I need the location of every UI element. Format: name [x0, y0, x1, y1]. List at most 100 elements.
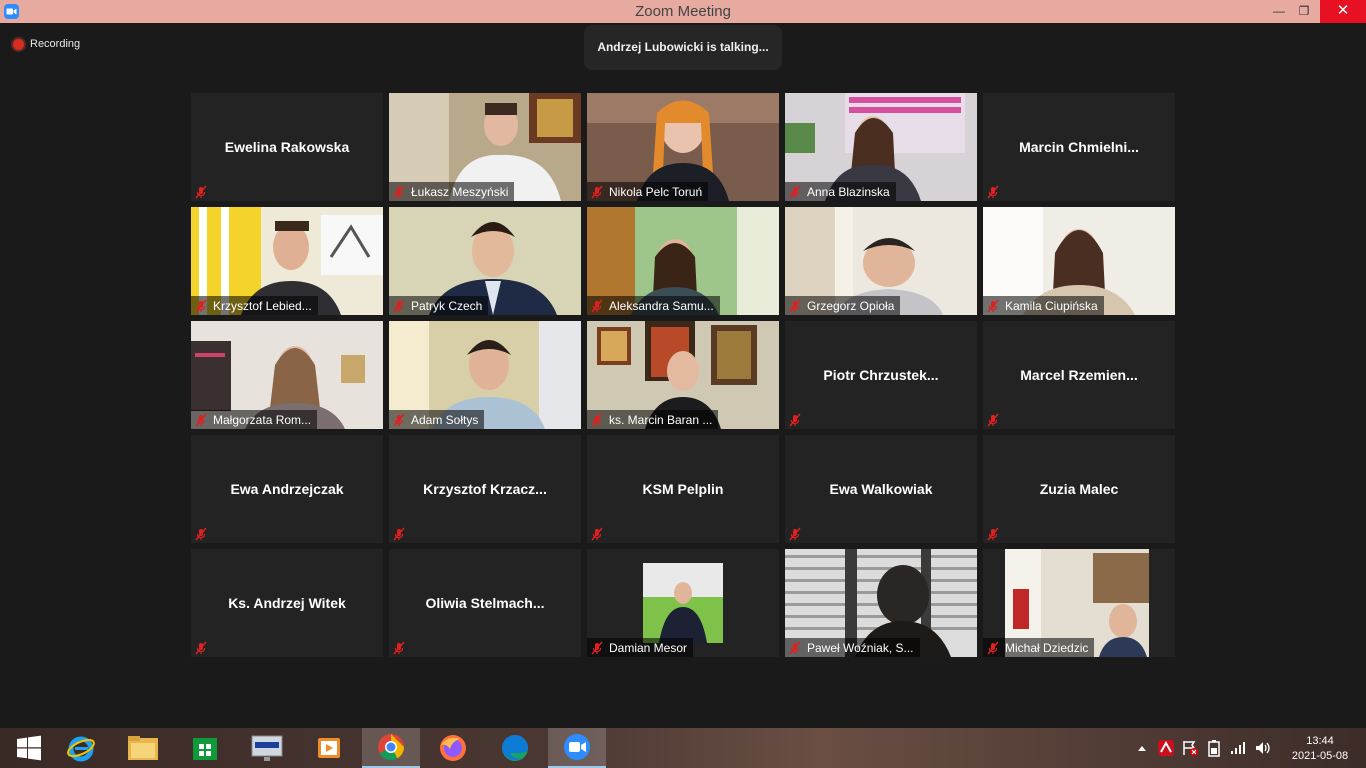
chrome-icon: [378, 734, 405, 761]
participant-name-label: Nikola Pelc Toruń: [587, 182, 709, 201]
muted-mic-icon: [590, 641, 604, 655]
muted-mic-icon: [590, 527, 604, 541]
muted-mic-icon: [986, 641, 1000, 655]
taskbar-file-explorer[interactable]: [114, 728, 172, 768]
participant-tile[interactable]: Ewelina Rakowska: [191, 93, 383, 201]
taskbar-firefox[interactable]: [424, 728, 482, 768]
tray-volume[interactable]: [1252, 728, 1274, 768]
participant-tile[interactable]: Piotr Chrzustek...: [785, 321, 977, 429]
muted-mic-icon: [392, 299, 406, 313]
media-player-icon: [318, 738, 340, 758]
muted-mic-icon: [986, 185, 1000, 199]
file-explorer-icon: [128, 736, 158, 760]
participant-tile[interactable]: Adam Sołtys: [389, 321, 581, 429]
muted-mic-icon: [194, 413, 208, 427]
participant-name: Aleksandra Samu...: [609, 298, 714, 313]
participant-status: [785, 410, 813, 429]
participant-status: [983, 182, 1011, 201]
tray-network[interactable]: [1228, 728, 1248, 768]
participant-name-label: Łukasz Meszyński: [389, 182, 515, 201]
taskbar-media-player[interactable]: [300, 728, 358, 768]
tray-antivirus[interactable]: [1156, 728, 1176, 768]
participant-tile[interactable]: KSM Pelplin: [587, 435, 779, 543]
clock-date: 2021-05-08: [1291, 750, 1349, 762]
participant-tile[interactable]: Ks. Andrzej Witek: [191, 549, 383, 657]
participant-tile[interactable]: Anna Blazinska: [785, 93, 977, 201]
participant-tile[interactable]: Łukasz Meszyński: [389, 93, 581, 201]
participant-name-label: Anna Blazinska: [785, 182, 896, 201]
participant-tile[interactable]: Ewa Andrzejczak: [191, 435, 383, 543]
participant-name: Patryk Czech: [411, 298, 483, 313]
windows-taskbar: [0, 728, 1366, 768]
participant-name: Michał Dziedzic: [1005, 640, 1089, 655]
participant-display-name: Ks. Andrzej Witek: [228, 595, 346, 611]
participant-tile[interactable]: Aleksandra Samu...: [587, 207, 779, 315]
muted-mic-icon: [392, 185, 406, 199]
participant-name-label: Krzysztof Lebied...: [191, 296, 318, 315]
participant-tile[interactable]: Małgorzata Rom...: [191, 321, 383, 429]
volume-icon: [1256, 742, 1270, 754]
participant-tile[interactable]: Krzysztof Krzacz...: [389, 435, 581, 543]
network-signal-icon: [1231, 742, 1245, 754]
participant-name: Paweł Woźniak, S...: [807, 640, 914, 655]
participant-display-name: Ewa Andrzejczak: [230, 481, 344, 497]
participant-tile[interactable]: Nikola Pelc Toruń: [587, 93, 779, 201]
start-button[interactable]: [0, 728, 58, 768]
title-bar: Zoom Meeting — ❐ ✕: [0, 0, 1366, 23]
taskbar-chrome[interactable]: [362, 728, 420, 768]
participant-name: Krzysztof Lebied...: [213, 298, 312, 313]
participant-display-name: Marcin Chmielni...: [1019, 139, 1139, 155]
participant-tile[interactable]: Oliwia Stelmach...: [389, 549, 581, 657]
participant-display-name: Krzysztof Krzacz...: [423, 481, 547, 497]
participant-name-label: Damian Mesor: [587, 638, 694, 657]
participant-name: Kamila Ciupińska: [1005, 298, 1098, 313]
active-speaker-banner: Andrzej Lubowicki is talking...: [584, 25, 782, 70]
participant-status: [389, 638, 417, 657]
taskbar-lenovo[interactable]: [238, 728, 296, 768]
participant-tile[interactable]: Damian Mesor: [587, 549, 779, 657]
participant-name-label: Aleksandra Samu...: [587, 296, 720, 315]
taskbar-store[interactable]: [176, 728, 234, 768]
participant-tile[interactable]: Marcel Rzemien...: [983, 321, 1175, 429]
close-button[interactable]: ✕: [1320, 0, 1366, 23]
participant-tile[interactable]: ks. Marcin Baran ...: [587, 321, 779, 429]
participant-tile[interactable]: Paweł Woźniak, S...: [785, 549, 977, 657]
tray-flag[interactable]: [1180, 728, 1200, 768]
participant-name-label: Kamila Ciupińska: [983, 296, 1104, 315]
lenovo-icon: [251, 735, 283, 761]
participant-name-label: Patryk Czech: [389, 296, 489, 315]
muted-mic-icon: [788, 185, 802, 199]
muted-mic-icon: [590, 299, 604, 313]
muted-mic-icon: [788, 527, 802, 541]
participant-tile[interactable]: Grzegorz Opioła: [785, 207, 977, 315]
muted-mic-icon: [986, 413, 1000, 427]
participant-name: Adam Sołtys: [411, 412, 479, 427]
participant-name: Łukasz Meszyński: [411, 184, 509, 199]
participant-tile[interactable]: Patryk Czech: [389, 207, 581, 315]
edge-icon: [502, 735, 528, 761]
store-icon: [193, 738, 217, 760]
participant-tile[interactable]: Ewa Walkowiak: [785, 435, 977, 543]
participant-tile[interactable]: Michał Dziedzic: [983, 549, 1175, 657]
minimize-button[interactable]: —: [1265, 0, 1293, 23]
participant-tile[interactable]: Krzysztof Lebied...: [191, 207, 383, 315]
participant-tile[interactable]: Zuzia Malec: [983, 435, 1175, 543]
muted-mic-icon: [392, 413, 406, 427]
recording-indicator[interactable]: Recording: [13, 36, 80, 52]
taskbar-zoom[interactable]: [548, 728, 606, 768]
tray-battery[interactable]: [1204, 728, 1224, 768]
taskbar-edge[interactable]: [486, 728, 544, 768]
participant-status: [191, 182, 219, 201]
participant-name-label: Małgorzata Rom...: [191, 410, 318, 429]
participant-tile[interactable]: Kamila Ciupińska: [983, 207, 1175, 315]
participant-name: Damian Mesor: [609, 640, 688, 655]
muted-mic-icon: [788, 299, 802, 313]
muted-mic-icon: [986, 299, 1000, 313]
restore-button[interactable]: ❐: [1290, 0, 1318, 23]
battery-icon: [1208, 740, 1220, 757]
participant-tile[interactable]: Marcin Chmielni...: [983, 93, 1175, 201]
show-hidden-icons[interactable]: [1134, 728, 1150, 768]
taskbar-clock[interactable]: 13:44 2021-05-08: [1280, 728, 1360, 768]
participant-status: [191, 638, 219, 657]
taskbar-internet-explorer[interactable]: [52, 728, 110, 768]
